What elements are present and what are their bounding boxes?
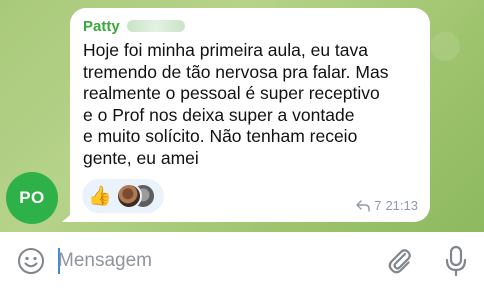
sender-row: Patty — [83, 16, 418, 36]
avatar-initials: PO — [19, 188, 45, 207]
message-text: Hoje foi minha primeira aula, eu tava tr… — [83, 40, 389, 168]
message-meta: 7 21:13 — [356, 198, 418, 213]
reply-arrow-icon — [356, 199, 370, 212]
reaction-chip[interactable]: 👍 — [82, 179, 164, 213]
reactor-avatars — [115, 183, 160, 209]
microphone-icon[interactable] — [442, 244, 470, 278]
reactor-avatar — [115, 183, 142, 209]
message-input[interactable] — [58, 246, 358, 276]
message-time: 21:13 — [385, 198, 418, 213]
smiley-icon[interactable] — [16, 246, 46, 276]
message-bubble[interactable]: Patty Hoje foi minha primeira aula, eu t… — [70, 8, 430, 222]
sender-name[interactable]: Patty — [83, 18, 120, 35]
thumbs-up-icon: 👍 — [88, 185, 112, 207]
sender-avatar[interactable]: PO — [6, 172, 58, 224]
composer-bar — [0, 232, 484, 290]
paperclip-icon[interactable] — [384, 245, 416, 277]
sender-name-redacted — [126, 20, 185, 32]
reply-count[interactable]: 7 — [374, 198, 381, 213]
